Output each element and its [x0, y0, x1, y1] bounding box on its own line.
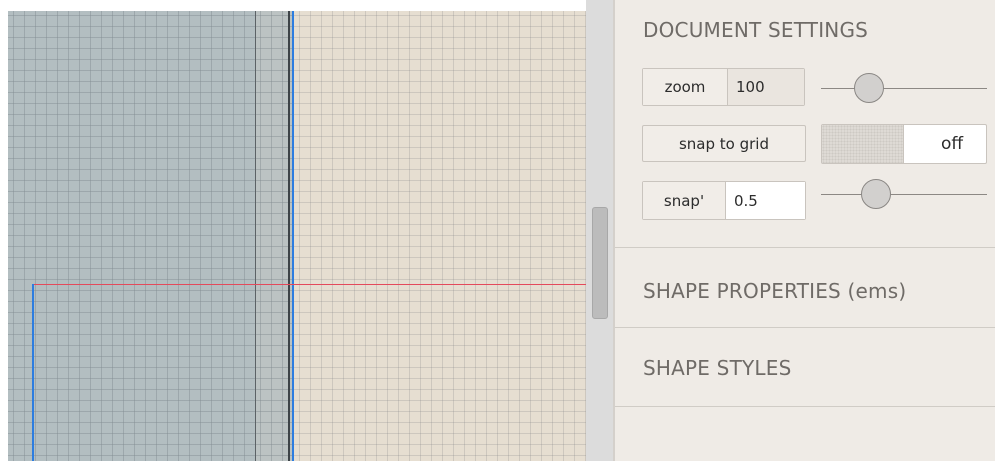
- shape-properties-heading[interactable]: SHAPE PROPERTIES (ems): [643, 279, 906, 303]
- snap-to-grid-toggle[interactable]: off: [821, 124, 987, 164]
- section-divider: [615, 247, 995, 248]
- section-divider: [615, 327, 995, 328]
- snap-toggle-knob[interactable]: [822, 125, 904, 163]
- horizontal-guide-line[interactable]: [32, 284, 586, 285]
- zoom-slider-track: [821, 88, 987, 89]
- shape-left-edge-guide[interactable]: [32, 284, 34, 461]
- vertical-guide-line[interactable]: [292, 11, 294, 461]
- scrollbar-thumb[interactable]: [592, 207, 608, 319]
- page-boundary-line: [255, 11, 256, 461]
- snap-to-grid-label: snap to grid: [642, 125, 806, 162]
- app-window: DOCUMENT SETTINGS zoom 100 snap to grid …: [0, 0, 995, 461]
- section-divider: [615, 406, 995, 407]
- snap-step-label: snap': [643, 182, 726, 219]
- zoom-label: zoom: [643, 69, 728, 105]
- snap-step-input[interactable]: [726, 182, 805, 219]
- zoom-slider[interactable]: [821, 72, 987, 104]
- page-edge-line: [288, 11, 290, 461]
- snap-toggle-state: off: [940, 134, 964, 154]
- zoom-control: zoom 100: [642, 68, 805, 106]
- canvas-outside-area: [8, 11, 255, 461]
- shape-styles-heading[interactable]: SHAPE STYLES: [643, 356, 791, 380]
- snap-step-slider-track: [821, 194, 987, 195]
- snap-step-slider[interactable]: [821, 178, 987, 210]
- drawing-canvas[interactable]: [8, 11, 586, 461]
- zoom-value[interactable]: 100: [728, 69, 804, 105]
- document-settings-heading[interactable]: DOCUMENT SETTINGS: [643, 18, 868, 42]
- canvas-margin-strip: [255, 11, 292, 461]
- zoom-slider-thumb[interactable]: [854, 73, 885, 103]
- snap-step-slider-thumb[interactable]: [860, 179, 891, 209]
- snap-step-control: snap': [642, 181, 806, 220]
- settings-panel: DOCUMENT SETTINGS zoom 100 snap to grid …: [613, 0, 995, 461]
